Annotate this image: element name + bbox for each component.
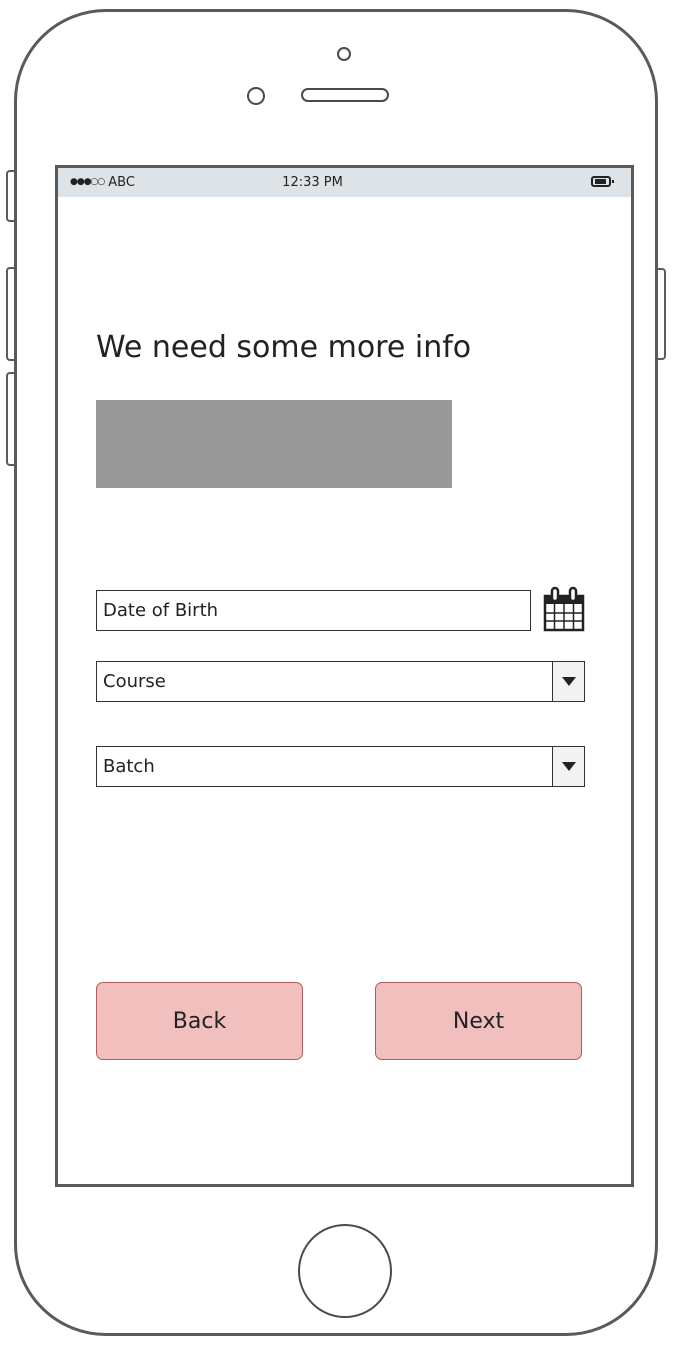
chevron-down-icon	[561, 677, 576, 686]
batch-selected-value: Batch	[103, 756, 155, 777]
power-button	[658, 268, 666, 360]
batch-select[interactable]: Batch	[96, 746, 585, 787]
batch-dropdown-button[interactable]	[552, 747, 584, 786]
course-selected-value: Course	[103, 671, 166, 692]
date-of-birth-placeholder: Date of Birth	[103, 600, 219, 621]
front-camera	[337, 47, 351, 61]
status-bar: ●●●○○ ABC 12:33 PM	[58, 168, 631, 197]
earpiece-speaker	[301, 88, 389, 102]
course-select[interactable]: Course	[96, 661, 585, 702]
back-button[interactable]: Back	[96, 982, 303, 1060]
mute-switch	[6, 170, 14, 222]
home-button[interactable]	[298, 1224, 392, 1318]
volume-up-button	[6, 267, 14, 361]
image-placeholder	[96, 400, 452, 488]
phone-screen: ●●●○○ ABC 12:33 PM We need some more inf…	[55, 165, 634, 1187]
next-button[interactable]: Next	[375, 982, 582, 1060]
calendar-icon[interactable]	[543, 586, 585, 632]
course-dropdown-button[interactable]	[552, 662, 584, 701]
chevron-down-icon	[561, 762, 576, 771]
battery-icon	[591, 176, 614, 187]
proximity-sensor	[247, 87, 265, 105]
status-time: 12:33 PM	[282, 175, 343, 190]
page-title: We need some more info	[96, 330, 472, 365]
volume-down-button	[6, 372, 14, 466]
date-of-birth-field[interactable]: Date of Birth	[96, 590, 531, 631]
